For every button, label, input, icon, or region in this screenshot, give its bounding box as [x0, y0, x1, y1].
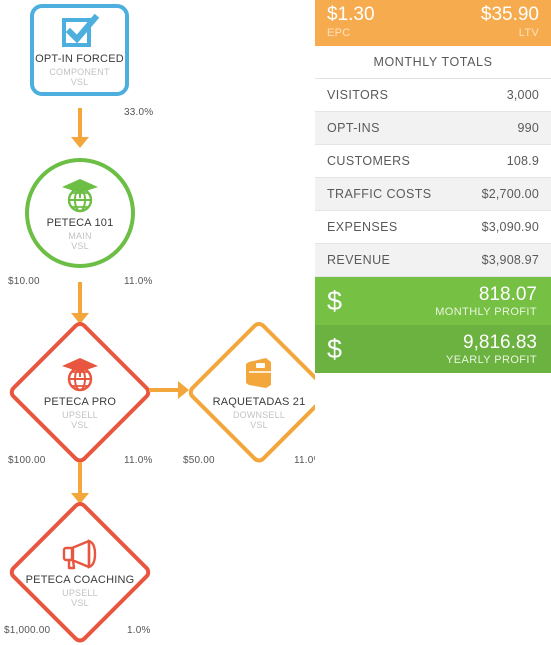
conversion-label-opt-in-forced: 33.0%	[124, 107, 154, 118]
stat-row-traffic-costs: TRAFFIC COSTS $2,700.00	[315, 178, 551, 211]
stats-panel: $1.30 EPC $35.90 LTV MONTHLY TOTALS VISI…	[315, 0, 551, 644]
connector-arrow-petecapro-to-raquetadas	[149, 380, 189, 400]
conversion-label-peteca-coaching: 1.0%	[127, 625, 151, 636]
connector-arrow-petecapro-to-coaching	[63, 462, 97, 504]
funnel-node-subtitle: MAIN VSL	[68, 231, 91, 251]
funnel-node-title: PETECA COACHING	[25, 573, 135, 586]
funnel-node-subtitle: DOWNSELL VSL	[233, 410, 285, 430]
conversion-label-peteca-pro: 11.0%	[124, 455, 153, 466]
yearly-profit-caption: YEARLY PROFIT	[446, 353, 537, 366]
stat-value: $2,700.00	[481, 187, 539, 201]
funnel-node-title: RAQUETADAS 21	[212, 395, 306, 408]
stat-value: 3,000	[506, 88, 539, 102]
stat-label: VISITORS	[327, 88, 389, 102]
monthly-profit-block: 818.07 MONTHLY PROFIT	[435, 284, 537, 319]
yearly-profit-panel: $ 9,816.83 YEARLY PROFIT	[315, 325, 551, 373]
stat-label: OPT-INS	[327, 121, 380, 135]
stat-label: TRAFFIC COSTS	[327, 187, 432, 201]
funnel-node-subtitle: COMPONENT VSL	[49, 67, 109, 87]
stat-value: 108.9	[506, 154, 539, 168]
stat-label: REVENUE	[327, 253, 391, 267]
price-label-raquetadas-21: $50.00	[183, 455, 215, 466]
funnel-node-title: OPT-IN FORCED	[35, 52, 124, 65]
funnel-node-raquetadas-21[interactable]: RAQUETADAS 21 DOWNSELL VSL	[185, 318, 333, 466]
funnel-node-subtitle-line1: UPSELL	[62, 587, 98, 598]
price-label-peteca-101: $10.00	[8, 276, 40, 287]
funnel-diagram: OPT-IN FORCED COMPONENT VSL 33.0% PETECA…	[0, 0, 333, 645]
yearly-profit-block: 9,816.83 YEARLY PROFIT	[446, 332, 537, 367]
funnel-node-opt-in-forced[interactable]: OPT-IN FORCED COMPONENT VSL	[30, 4, 129, 96]
funnel-node-subtitle-line2: VSL	[71, 597, 89, 608]
stat-row-visitors: VISITORS 3,000	[315, 79, 551, 112]
yearly-profit-value: 9,816.83	[463, 331, 537, 353]
epc-block: $1.30 EPC	[327, 3, 375, 40]
price-label-peteca-pro: $100.00	[8, 455, 46, 466]
funnel-node-subtitle-line1: DOWNSELL	[232, 409, 286, 420]
funnel-node-title: PETECA PRO	[43, 395, 117, 408]
stat-value: $3,090.90	[481, 220, 539, 234]
funnel-node-peteca-coaching[interactable]: PETECA COACHING UPSELL VSL	[6, 498, 154, 645]
funnel-node-subtitle-line1: UPSELL	[62, 409, 98, 420]
funnel-node-subtitle-line2: VSL	[70, 76, 89, 87]
checkbox-icon	[61, 13, 99, 50]
funnel-node-title: PETECA 101	[46, 216, 114, 229]
ltv-value: $35.90	[480, 4, 539, 25]
funnel-node-subtitle-line2: VSL	[71, 240, 89, 251]
funnel-node-subtitle-line1: COMPONENT	[49, 66, 110, 77]
stat-value: $3,908.97	[481, 253, 539, 267]
funnel-node-subtitle: UPSELL VSL	[62, 588, 98, 608]
graduation-globe-icon	[60, 176, 100, 214]
graduation-globe-icon	[60, 355, 100, 393]
ltv-block: $35.90 LTV	[481, 3, 539, 40]
connector-arrow-peteca101-to-petecapro	[63, 282, 97, 324]
megaphone-icon	[59, 537, 101, 571]
stat-label: CUSTOMERS	[327, 154, 411, 168]
connector-arrow-optin-to-peteca101	[63, 108, 97, 148]
monthly-profit-caption: MONTHLY PROFIT	[435, 305, 537, 318]
epc-value: $1.30	[327, 4, 375, 25]
epc-caption: EPC	[327, 27, 351, 39]
stat-row-expenses: EXPENSES $3,090.90	[315, 211, 551, 244]
stat-value: 990	[517, 121, 539, 135]
funnel-node-subtitle-line2: VSL	[71, 419, 89, 430]
funnel-node-peteca-101[interactable]: PETECA 101 MAIN VSL	[25, 158, 135, 268]
monthly-profit-value: 818.07	[478, 283, 537, 305]
stat-label: EXPENSES	[327, 220, 398, 234]
book-icon	[240, 355, 278, 393]
price-label-peteca-coaching: $1,000.00	[4, 625, 51, 636]
ltv-caption: LTV	[518, 27, 539, 39]
funnel-node-peteca-pro[interactable]: PETECA PRO UPSELL VSL	[6, 318, 154, 466]
monthly-totals-header: MONTHLY TOTALS	[315, 46, 551, 79]
dollar-sign-icon: $	[327, 285, 343, 316]
monthly-profit-panel: $ 818.07 MONTHLY PROFIT	[315, 277, 551, 325]
funnel-node-subtitle-line2: VSL	[250, 419, 268, 430]
conversion-label-peteca-101: 11.0%	[124, 276, 153, 287]
epc-ltv-bar: $1.30 EPC $35.90 LTV	[315, 0, 551, 46]
stat-row-customers: CUSTOMERS 108.9	[315, 145, 551, 178]
stat-row-opt-ins: OPT-INS 990	[315, 112, 551, 145]
stat-row-revenue: REVENUE $3,908.97	[315, 244, 551, 277]
funnel-node-subtitle-line1: MAIN	[68, 230, 92, 241]
funnel-node-subtitle: UPSELL VSL	[62, 410, 98, 430]
